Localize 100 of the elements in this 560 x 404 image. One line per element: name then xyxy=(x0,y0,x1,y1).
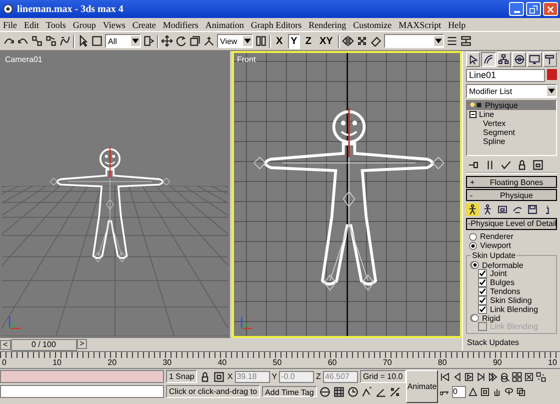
move-icon[interactable] xyxy=(161,35,173,47)
menu-item[interactable]: Modifiers xyxy=(162,20,198,30)
close-button[interactable] xyxy=(543,2,558,16)
checkbox[interactable] xyxy=(478,296,487,305)
checkbox[interactable] xyxy=(478,278,487,287)
add-time-tag-button[interactable]: Add Time Tag xyxy=(262,386,317,397)
rollout-header[interactable]: - Physique xyxy=(466,189,557,201)
selection-filter-dropdown[interactable]: All xyxy=(105,34,141,48)
reference-coordinate-dropdown[interactable]: View xyxy=(217,34,253,48)
go-to-end-icon[interactable] xyxy=(488,372,498,382)
menu-item[interactable]: File xyxy=(3,20,18,30)
y-coordinate-field[interactable]: -0.0 xyxy=(279,370,314,382)
pivot-icon[interactable] xyxy=(255,35,267,47)
menu-item[interactable]: Edit xyxy=(24,20,40,30)
clock-icon[interactable] xyxy=(346,386,359,398)
pan-icon[interactable] xyxy=(492,386,502,396)
radio-button[interactable] xyxy=(469,232,477,240)
array-icon[interactable] xyxy=(356,35,368,47)
time-slider-thumb[interactable]: 0 / 100 xyxy=(10,338,77,350)
radio-button[interactable] xyxy=(469,242,477,250)
field-of-view-icon[interactable] xyxy=(468,386,478,396)
scale-icon[interactable] xyxy=(189,35,201,47)
rotate-icon[interactable] xyxy=(175,35,187,47)
rollout-header[interactable]: + Floating Bones xyxy=(466,176,557,188)
menu-item[interactable]: Customize xyxy=(353,20,392,30)
current-frame-field[interactable]: 0 xyxy=(452,386,466,398)
unlink-icon[interactable] xyxy=(45,35,57,47)
menu-item[interactable]: Group xyxy=(72,20,96,30)
stack-item[interactable]: Physique xyxy=(467,101,556,110)
modifier-list-dropdown[interactable]: Modifier List xyxy=(466,84,557,98)
script-listener-bar[interactable] xyxy=(0,370,164,383)
time-slider[interactable]: < 0 / 100 > xyxy=(0,338,462,351)
minimize-button[interactable] xyxy=(509,2,524,16)
zoom-region-icon[interactable] xyxy=(480,386,490,396)
mirror-icon[interactable] xyxy=(342,35,354,47)
pointer-icon[interactable] xyxy=(466,52,480,67)
lock-icon[interactable] xyxy=(516,159,528,171)
axis-constraint-button[interactable]: Y xyxy=(288,34,300,48)
manipulate-icon[interactable] xyxy=(203,35,215,47)
figure-icon[interactable] xyxy=(466,203,479,216)
target-icon[interactable] xyxy=(512,52,526,67)
save-icon[interactable] xyxy=(526,203,539,216)
axis-constraint-button[interactable]: XY xyxy=(316,34,336,48)
grid-icon[interactable] xyxy=(332,386,345,398)
viewport-label[interactable]: Camera01 xyxy=(5,55,42,64)
menu-item[interactable]: Animation xyxy=(205,20,244,30)
stack-sub-item[interactable]: Segment xyxy=(467,128,556,137)
select-by-name-icon[interactable] xyxy=(143,35,155,47)
restore-button[interactable] xyxy=(526,2,541,16)
go-to-start-icon[interactable] xyxy=(440,372,450,382)
axis-constraint-button[interactable]: Z xyxy=(302,34,314,48)
zoom-extents-all-icon[interactable] xyxy=(536,372,546,382)
axis-constraint-button[interactable]: X xyxy=(273,34,286,48)
zoom-icon[interactable] xyxy=(500,372,510,382)
object-color-swatch[interactable] xyxy=(547,69,557,80)
menu-item[interactable]: MAXScript xyxy=(398,20,442,30)
lightbulb-icon[interactable] xyxy=(469,102,483,109)
bind-icon[interactable] xyxy=(59,35,71,47)
checkbox[interactable] xyxy=(478,305,487,314)
radio-button[interactable] xyxy=(471,314,479,322)
script-input-field[interactable] xyxy=(0,385,164,398)
config-icon[interactable] xyxy=(532,159,544,171)
stack-sub-item[interactable]: Vertex xyxy=(467,119,556,128)
previous-frame-icon[interactable] xyxy=(452,372,462,382)
menu-item[interactable]: Rendering xyxy=(308,20,346,30)
zoom-extents-icon[interactable] xyxy=(524,372,534,382)
region-select-icon[interactable] xyxy=(91,35,103,47)
stack-item[interactable]: Line xyxy=(467,110,556,119)
stack-sub-item[interactable]: Spline xyxy=(467,137,556,146)
radio-button[interactable] xyxy=(471,261,479,269)
checkbox[interactable] xyxy=(478,287,487,296)
monitor-icon[interactable] xyxy=(527,52,542,67)
named-selection-dropdown[interactable] xyxy=(384,34,444,48)
next-button[interactable]: > xyxy=(76,338,88,348)
maximize-icon[interactable] xyxy=(516,386,526,396)
viewport[interactable]: Camera01 xyxy=(0,51,230,338)
rollout-header[interactable]: -Physique Level of Detail xyxy=(466,218,557,230)
snap-icon[interactable] xyxy=(360,386,373,398)
transform-mode-icon[interactable] xyxy=(213,370,226,382)
viewport[interactable]: Front xyxy=(232,51,462,338)
next-frame-icon[interactable] xyxy=(476,372,486,382)
curve-icon[interactable] xyxy=(481,52,496,67)
hammer-icon[interactable] xyxy=(542,52,557,67)
menu-item[interactable]: Create xyxy=(132,20,156,30)
hierarchy-icon[interactable] xyxy=(496,52,511,67)
collapse-icon[interactable] xyxy=(469,111,477,118)
menu-item[interactable]: Graph Editors xyxy=(250,20,302,30)
checkbox[interactable] xyxy=(478,269,487,278)
object-name-field[interactable]: Line01 xyxy=(466,69,545,82)
orbit-icon[interactable] xyxy=(504,386,514,396)
menu-item[interactable]: Tools xyxy=(46,20,66,30)
menu-item[interactable]: Views xyxy=(102,20,126,30)
vertex-icon[interactable] xyxy=(496,203,509,216)
menu-item[interactable]: Help xyxy=(448,20,466,30)
play-icon[interactable] xyxy=(464,372,474,382)
viewport-label[interactable]: Front xyxy=(237,55,256,64)
select-arrow-icon[interactable] xyxy=(77,35,89,47)
zoom-all-icon[interactable] xyxy=(512,372,522,382)
previous-button[interactable]: < xyxy=(0,340,11,350)
percent-snap-icon[interactable] xyxy=(388,386,401,398)
